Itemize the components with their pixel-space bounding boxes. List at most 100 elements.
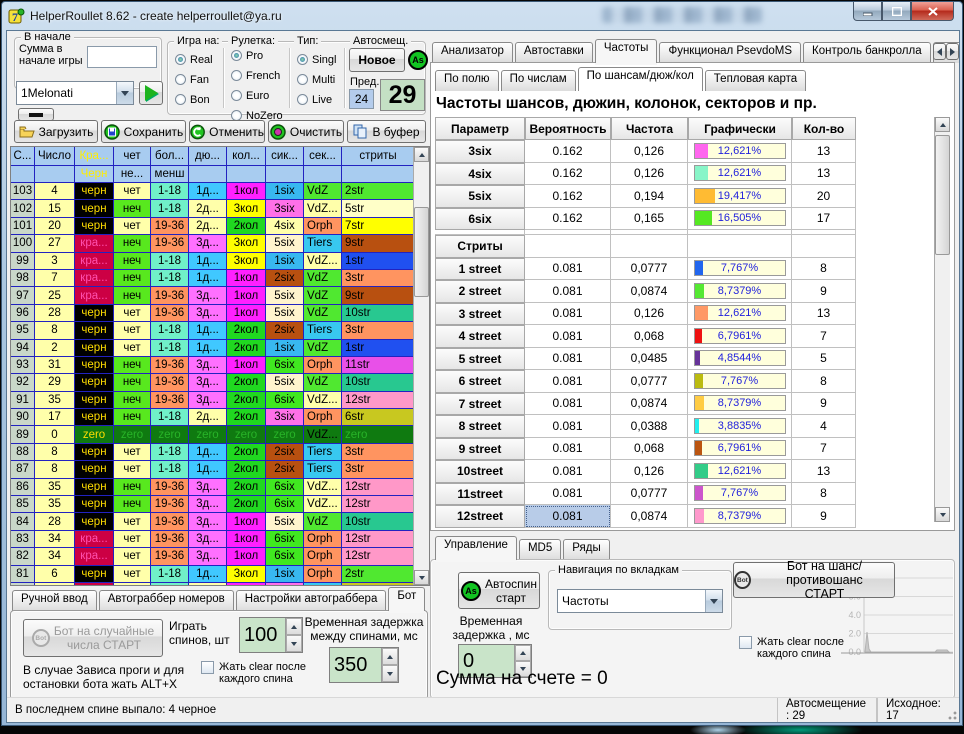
- freq-scrollbar[interactable]: [934, 117, 950, 522]
- hist-cell[interactable]: неч: [114, 253, 151, 270]
- hist-cell[interactable]: черн: [75, 566, 114, 583]
- table-row[interactable]: 9 street0.0810,0686,7961%7: [435, 438, 856, 461]
- hist-cell[interactable]: 1six: [266, 253, 304, 270]
- hist-cell[interactable]: 1-18: [151, 183, 189, 200]
- hist-cell[interactable]: 19-36: [151, 235, 189, 252]
- table-row[interactable]: 8334кра...чет19-363д...1кол6sixOrph12str: [11, 531, 413, 548]
- hist-cell[interactable]: кра...: [75, 548, 114, 565]
- hist-cell[interactable]: 3д...: [189, 496, 227, 513]
- hist-cell[interactable]: 2кол: [227, 479, 266, 496]
- hist-cell[interactable]: 84: [11, 513, 35, 530]
- hist-cell[interactable]: 1-18: [151, 583, 189, 585]
- freq-prob-cell[interactable]: 0.081: [525, 325, 611, 348]
- radio-French[interactable]: French: [231, 67, 283, 84]
- hist-cell[interactable]: 8: [35, 322, 75, 339]
- history-header-cell[interactable]: сик...: [266, 147, 304, 166]
- hist-cell[interactable]: 34: [35, 531, 75, 548]
- hist-cell[interactable]: 3six: [266, 200, 304, 217]
- history-header-cell[interactable]: стриты: [342, 147, 413, 166]
- hist-cell[interactable]: 28: [35, 305, 75, 322]
- freq-param-cell[interactable]: 4six: [435, 163, 525, 186]
- hist-cell[interactable]: 2кол: [227, 461, 266, 478]
- hist-cell[interactable]: 1д...: [189, 322, 227, 339]
- freq-param-cell[interactable]: 7 street: [435, 393, 525, 416]
- hist-cell[interactable]: черн: [75, 461, 114, 478]
- resize-grip[interactable]: [947, 710, 957, 720]
- hist-cell[interactable]: 7: [35, 270, 75, 287]
- tab-По числам[interactable]: По числам: [501, 70, 576, 91]
- freq-graph-cell[interactable]: 19,417%: [688, 185, 792, 208]
- hist-cell[interactable]: черн: [75, 409, 114, 426]
- hist-cell[interactable]: 1-18: [151, 270, 189, 287]
- hist-cell[interactable]: 83: [11, 531, 35, 548]
- freq-header-cell[interactable]: Кол-во: [792, 117, 856, 140]
- hist-cell[interactable]: VdZ: [304, 340, 342, 357]
- freq-freq-cell[interactable]: 0,194: [611, 185, 688, 208]
- freq-freq-cell[interactable]: 0,126: [611, 460, 688, 483]
- table-row[interactable]: 9628чернчет19-363д...1кол5sixVdZ10str: [11, 305, 413, 322]
- hist-cell[interactable]: 97: [11, 287, 35, 304]
- hist-cell[interactable]: 1-18: [151, 340, 189, 357]
- freq-cell[interactable]: [611, 235, 688, 258]
- history-header-cell[interactable]: [11, 166, 35, 183]
- hist-cell[interactable]: 19-36: [151, 513, 189, 530]
- history-header-cell[interactable]: [189, 166, 227, 183]
- hist-cell[interactable]: 10str: [342, 513, 413, 530]
- hist-cell[interactable]: неч: [114, 235, 151, 252]
- hist-cell[interactable]: Tiers: [304, 322, 342, 339]
- freq-prob-cell[interactable]: 0.162: [525, 163, 611, 186]
- freq-graph-cell[interactable]: 4,8544%: [688, 348, 792, 371]
- radio-icon[interactable]: [175, 54, 186, 65]
- tab-Анализатор[interactable]: Анализатор: [432, 42, 513, 63]
- freq-freq-cell[interactable]: 0,126: [611, 303, 688, 326]
- hist-cell[interactable]: Orph: [304, 357, 342, 374]
- autospin-start-button[interactable]: As Автоспин старт: [458, 572, 540, 609]
- scroll-down-icon[interactable]: [414, 570, 429, 585]
- table-row[interactable]: 3 street0.0810,12612,621%13: [435, 303, 856, 326]
- hist-cell[interactable]: 5six: [266, 513, 304, 530]
- hist-cell[interactable]: 85: [11, 496, 35, 513]
- hist-cell[interactable]: черн: [75, 183, 114, 200]
- hist-cell[interactable]: 1-18: [151, 566, 189, 583]
- hist-cell[interactable]: VdZ...: [304, 496, 342, 513]
- freq-freq-cell[interactable]: 0,0874: [611, 280, 688, 303]
- save-button[interactable]: Сохранить: [101, 120, 186, 143]
- radio-Pro[interactable]: Pro: [231, 47, 283, 64]
- hist-cell[interactable]: 3кол: [227, 253, 266, 270]
- table-row[interactable]: 8635черннеч19-363д...2кол6sixVdZ...12str: [11, 479, 413, 496]
- freq-cell[interactable]: [792, 235, 856, 258]
- hist-cell[interactable]: 5six: [266, 305, 304, 322]
- preset-combo[interactable]: 1Melonati: [16, 81, 134, 105]
- hist-cell[interactable]: 1кол: [227, 548, 266, 565]
- hist-cell[interactable]: 25: [35, 287, 75, 304]
- hist-cell[interactable]: 6six: [266, 392, 304, 409]
- hist-cell[interactable]: 1кол: [227, 270, 266, 287]
- hist-cell[interactable]: чет: [114, 340, 151, 357]
- history-header-cell[interactable]: Число: [35, 147, 75, 166]
- hist-cell[interactable]: 101: [11, 218, 35, 235]
- scroll-thumb[interactable]: [935, 135, 950, 255]
- new-button[interactable]: Новое: [349, 48, 405, 72]
- hist-cell[interactable]: 1-18: [151, 444, 189, 461]
- history-header-cell[interactable]: чет: [114, 147, 151, 166]
- hist-cell[interactable]: 102: [11, 200, 35, 217]
- hist-cell[interactable]: 91: [11, 392, 35, 409]
- hist-cell[interactable]: неч: [114, 374, 151, 391]
- radio-icon[interactable]: [297, 74, 308, 85]
- table-row[interactable]: 878чернчет1-181д...2кол2sixTiers3str: [11, 461, 413, 478]
- tab-Контроль банкролла[interactable]: Контроль банкролла: [803, 42, 931, 63]
- hist-cell[interactable]: 31: [35, 357, 75, 374]
- freq-prob-cell[interactable]: 0.081: [525, 438, 611, 461]
- hist-cell[interactable]: неч: [114, 287, 151, 304]
- freq-param-cell[interactable]: 3 street: [435, 303, 525, 326]
- hist-cell[interactable]: 3д...: [189, 235, 227, 252]
- freq-count-cell[interactable]: 7: [792, 438, 856, 461]
- hist-cell[interactable]: 100: [11, 235, 35, 252]
- freq-prob-cell[interactable]: 0.081: [525, 370, 611, 393]
- history-header-cell[interactable]: С...: [11, 147, 35, 166]
- hist-cell[interactable]: 3str: [342, 270, 413, 287]
- freq-count-cell[interactable]: 8: [792, 370, 856, 393]
- hist-cell[interactable]: 1д...: [189, 340, 227, 357]
- hist-cell[interactable]: 1кол: [227, 305, 266, 322]
- hist-cell[interactable]: 99: [11, 253, 35, 270]
